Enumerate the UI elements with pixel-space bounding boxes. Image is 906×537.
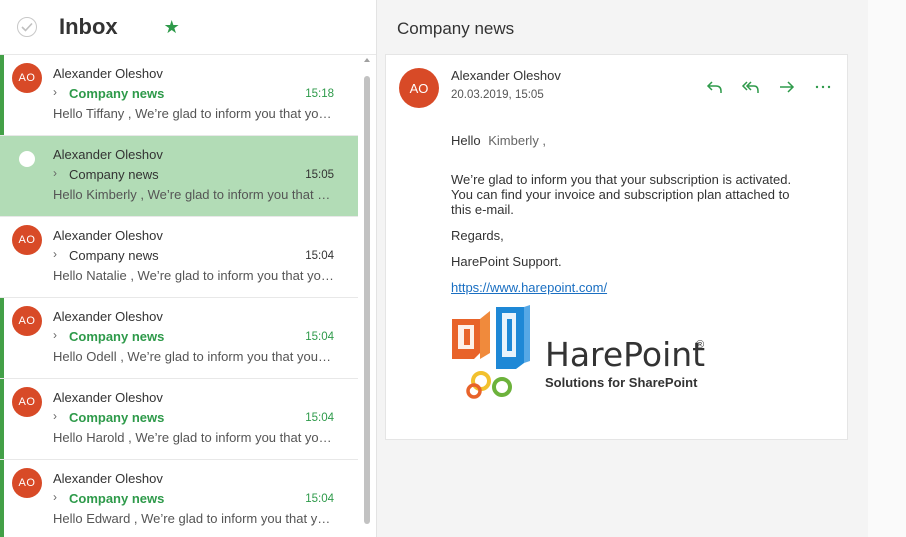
message-actions [703, 75, 835, 99]
scroll-up-arrow-icon[interactable] [364, 58, 370, 62]
message-card: AO Alexander Oleshov 20.03.2019, 15:05 H… [385, 54, 848, 440]
regards-text: Regards, [451, 228, 504, 243]
reading-pane-title: Company news [397, 19, 515, 38]
message-preview: Hello Tiffany , We’re glad to inform you… [53, 106, 335, 121]
greeting-line: Hello Kimberly , [451, 133, 831, 148]
avatar: AO [12, 225, 42, 255]
avatar: AO [12, 63, 42, 93]
chevron-right-icon: › [53, 490, 57, 504]
select-all-checkbox[interactable] [17, 17, 37, 37]
message-subject: Company news [69, 167, 159, 182]
right-edge-panel [868, 0, 906, 537]
message-sender: Alexander Oleshov [53, 147, 163, 162]
chevron-right-icon: › [53, 409, 57, 423]
message-date: 20.03.2019, 15:05 [451, 89, 544, 101]
logo-wordmark: HarePoint [545, 335, 706, 374]
recipient-name: Kimberly , [488, 133, 547, 148]
message-sender: Alexander Oleshov [53, 309, 163, 324]
message-preview: Hello Natalie , We’re glad to inform you… [53, 268, 335, 283]
message-sender: Alexander Oleshov [53, 66, 163, 81]
message-preview: Hello Odell , We’re glad to inform you t… [53, 349, 335, 364]
message-sender: Alexander Oleshov [53, 390, 163, 405]
avatar: AO [12, 387, 42, 417]
forward-button[interactable] [775, 75, 799, 99]
logo-tagline: Solutions for SharePoint [545, 375, 698, 390]
chevron-right-icon: › [53, 247, 57, 261]
message-time: 15:04 [305, 250, 334, 262]
inbox-title: Inbox [59, 14, 118, 39]
list-item[interactable]: AO Alexander Oleshov › Company news 15:0… [0, 379, 358, 460]
message-time: 15:05 [305, 169, 334, 181]
message-body: Hello Kimberly , We’re glad to inform yo… [451, 133, 831, 306]
chevron-right-icon: › [53, 328, 57, 342]
reply-all-button[interactable] [739, 75, 763, 99]
reply-button[interactable] [703, 75, 727, 99]
chevron-right-icon: › [53, 85, 57, 99]
website-link[interactable]: https://www.harepoint.com/ [451, 280, 607, 295]
list-item[interactable]: AO Alexander Oleshov › Company news 15:0… [0, 460, 358, 537]
body-paragraph: We’re glad to inform you that your subsc… [451, 172, 831, 217]
message-sender: Alexander Oleshov [53, 228, 163, 243]
message-sender: Alexander Oleshov [53, 471, 163, 486]
reply-all-icon [741, 81, 759, 93]
message-time: 15:04 [305, 493, 334, 505]
avatar: AO [12, 468, 42, 498]
message-subject: Company news [69, 410, 165, 425]
harepoint-logo: HarePoint ® Solutions for SharePoint [450, 305, 710, 401]
body-line: You can find your invoice and subscripti… [451, 187, 790, 202]
scrollbar-thumb[interactable] [364, 76, 370, 524]
more-icon [815, 85, 831, 89]
avatar: AO [12, 306, 42, 336]
message-time: 15:04 [305, 412, 334, 424]
message-preview: Hello Harold , We’re glad to inform you … [53, 430, 335, 445]
body-line: We’re glad to inform you that your subsc… [451, 172, 792, 187]
message-subject: Company news [69, 86, 165, 101]
message-list-pane: Inbox ★ AO Alexander Oleshov › Company n… [0, 0, 377, 537]
inbox-header: Inbox ★ [0, 0, 376, 55]
list-item[interactable]: AO Alexander Oleshov › Company news 15:0… [0, 298, 358, 379]
greeting: Hello [451, 133, 481, 148]
message-subject: Company news [69, 491, 165, 506]
message-sender: Alexander Oleshov [451, 68, 561, 83]
harepoint-logo-icon [452, 305, 530, 399]
list-item[interactable]: AO Alexander Oleshov › Company news 15:0… [0, 217, 358, 298]
more-button[interactable] [811, 75, 835, 99]
message-subject: Company news [69, 248, 159, 263]
message-time: 15:18 [305, 88, 334, 100]
message-time: 15:04 [305, 331, 334, 343]
message-subject: Company news [69, 329, 165, 344]
registered-mark: ® [696, 339, 705, 351]
select-checkbox[interactable] [19, 151, 35, 167]
reply-icon [706, 81, 722, 93]
forward-icon [780, 81, 795, 93]
message-preview: Hello Edward , We’re glad to inform you … [53, 511, 335, 526]
list-item-selected[interactable]: Alexander Oleshov › Company news 15:05 H… [0, 136, 358, 217]
message-list-scrollbar[interactable] [362, 58, 372, 537]
body-line: this e-mail. [451, 202, 514, 217]
check-icon [21, 22, 33, 32]
signature-text: HarePoint Support. [451, 254, 562, 269]
star-icon[interactable]: ★ [164, 17, 180, 38]
chevron-right-icon: › [53, 166, 57, 180]
message-list: AO Alexander Oleshov › Company news 15:1… [0, 55, 358, 537]
list-item[interactable]: AO Alexander Oleshov › Company news 15:1… [0, 55, 358, 136]
message-preview: Hello Kimberly , We’re glad to inform yo… [53, 187, 335, 202]
avatar: AO [399, 68, 439, 108]
